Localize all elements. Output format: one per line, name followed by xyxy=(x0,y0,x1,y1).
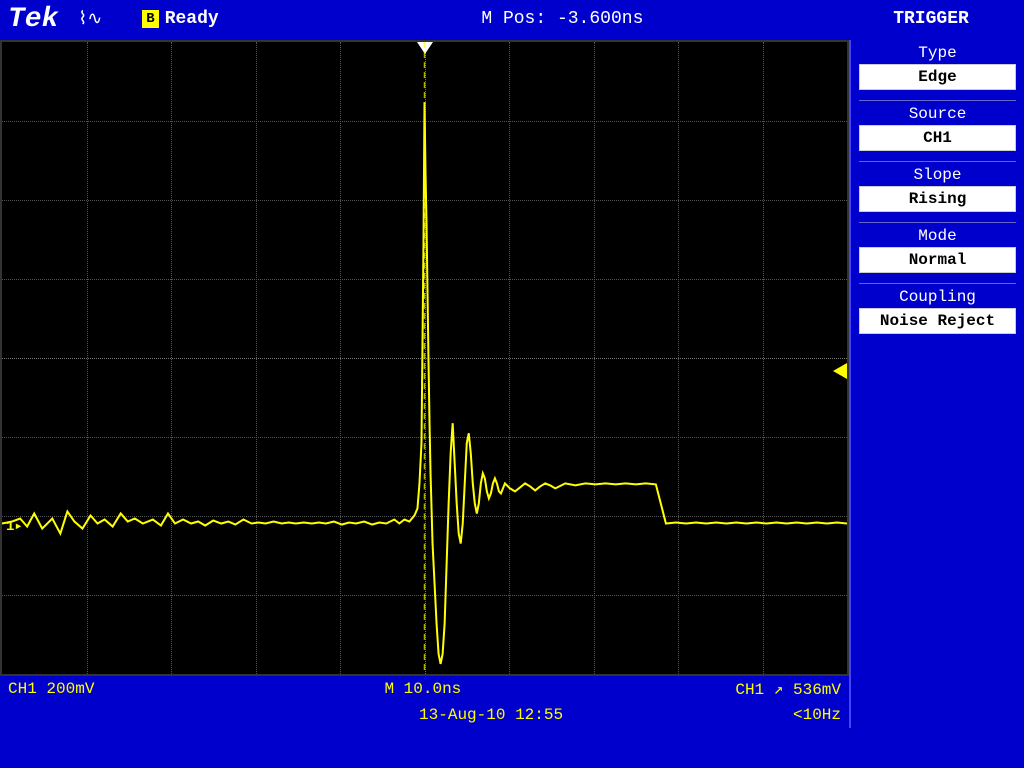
source-section: Source CH1 xyxy=(859,105,1016,151)
slope-value[interactable]: Rising xyxy=(859,186,1016,212)
type-section: Type Edge xyxy=(859,44,1016,90)
screen-area: 1▸ CH1 200mV M 10.0ns CH1 ↗ 536mV xyxy=(0,40,849,728)
trigger-panel: Type Edge Source CH1 Slope Rising Mode N… xyxy=(849,40,1024,728)
main-content: 1▸ CH1 200mV M 10.0ns CH1 ↗ 536mV xyxy=(0,40,1024,728)
mode-section: Mode Normal xyxy=(859,227,1016,273)
coupling-label: Coupling xyxy=(859,288,1016,306)
time-scale: M 10.0ns xyxy=(110,680,735,698)
divider-1 xyxy=(859,100,1016,101)
source-value[interactable]: CH1 xyxy=(859,125,1016,151)
source-label: Source xyxy=(859,105,1016,123)
ready-status: Ready xyxy=(165,9,219,29)
m-position: M Pos: -3.600ns xyxy=(279,9,846,29)
trigger-label: TRIGGER xyxy=(846,9,1016,29)
status-bar: CH1 200mV M 10.0ns CH1 ↗ 536mV 13-Aug-10… xyxy=(0,676,849,728)
b-badge: B xyxy=(142,10,158,28)
coupling-section: Coupling Noise Reject xyxy=(859,288,1016,334)
waveform-icon: ⌇∿ xyxy=(78,8,102,30)
date-time: 13-Aug-10 12:55 xyxy=(189,706,793,724)
divider-4 xyxy=(859,283,1016,284)
mode-value[interactable]: Normal xyxy=(859,247,1016,273)
coupling-value[interactable]: Noise Reject xyxy=(859,308,1016,334)
mode-label: Mode xyxy=(859,227,1016,245)
oscilloscope-header: Tek ⌇∿ B Ready M Pos: -3.600ns TRIGGER xyxy=(0,0,1024,40)
slope-section: Slope Rising xyxy=(859,166,1016,212)
slope-label: Slope xyxy=(859,166,1016,184)
type-value[interactable]: Edge xyxy=(859,64,1016,90)
trigger-info: CH1 ↗ 536mV xyxy=(735,679,841,699)
ch1-scale: CH1 200mV xyxy=(8,680,94,698)
frequency: <10Hz xyxy=(793,706,841,724)
divider-3 xyxy=(859,222,1016,223)
status-row-2: 13-Aug-10 12:55 <10Hz xyxy=(0,702,849,728)
waveform-display xyxy=(2,42,847,674)
type-label: Type xyxy=(859,44,1016,62)
status-row-1: CH1 200mV M 10.0ns CH1 ↗ 536mV xyxy=(0,676,849,702)
divider-2 xyxy=(859,161,1016,162)
ready-section: B Ready xyxy=(142,9,218,29)
scope-screen: 1▸ xyxy=(0,40,849,676)
tek-logo: Tek xyxy=(8,4,58,35)
